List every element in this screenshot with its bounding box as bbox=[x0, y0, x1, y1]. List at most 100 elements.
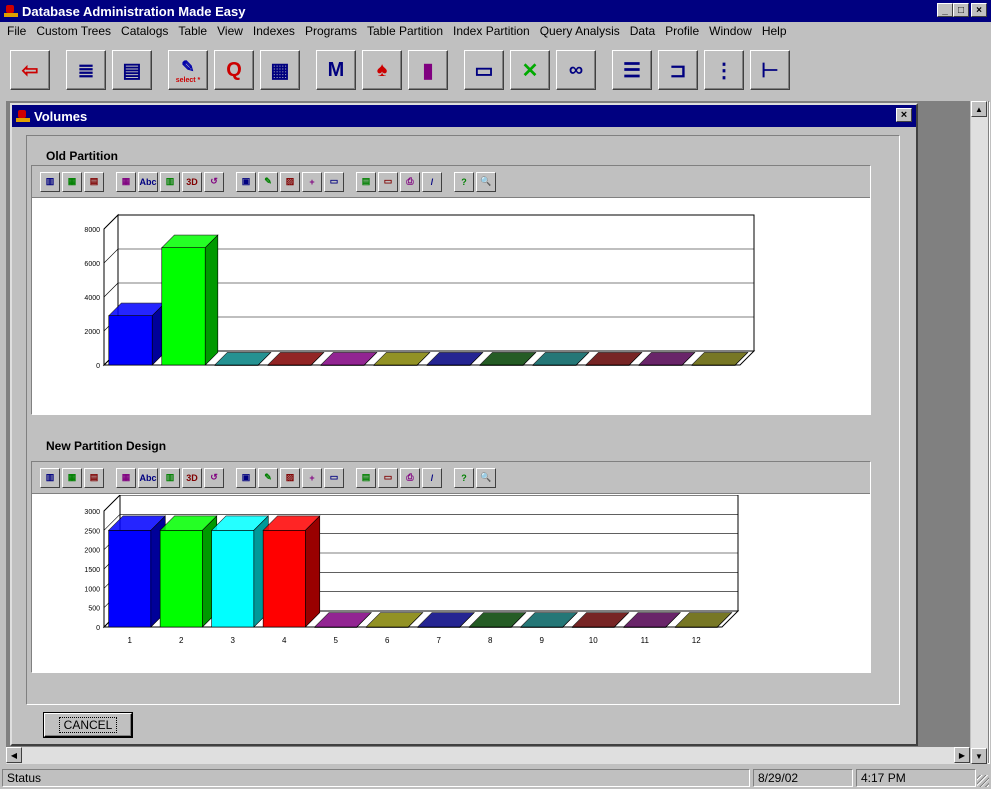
close-button[interactable]: × bbox=[971, 3, 987, 17]
rotate-icon[interactable]: ↺ bbox=[204, 171, 224, 192]
database-button[interactable]: ▮ bbox=[408, 50, 448, 90]
horizontal-scrollbar[interactable]: ◀ ▶ bbox=[6, 747, 970, 764]
select-label: select * bbox=[175, 76, 201, 84]
exit-button[interactable]: ⇦ bbox=[10, 50, 50, 90]
menu-index-partition[interactable]: Index Partition bbox=[448, 24, 535, 38]
grid-lines-icon[interactable]: ▥ bbox=[160, 467, 180, 488]
menu-data[interactable]: Data bbox=[625, 24, 660, 38]
legend-icon[interactable]: ▤ bbox=[356, 171, 376, 192]
menu-help[interactable]: Help bbox=[757, 24, 792, 38]
print-button[interactable]: ▦ bbox=[260, 50, 300, 90]
print-icon[interactable]: ⎙ bbox=[400, 467, 420, 488]
print-icon[interactable]: ⎙ bbox=[400, 171, 420, 192]
tree-branch-button[interactable]: ⊢ bbox=[750, 50, 790, 90]
crosshair-icon[interactable]: + bbox=[302, 467, 322, 488]
vertical-scrollbar[interactable]: ▲ ▼ bbox=[970, 101, 988, 764]
data-grid-icon[interactable]: ▦ bbox=[116, 467, 136, 488]
menu-indexes[interactable]: Indexes bbox=[248, 24, 300, 38]
volumes-close-button[interactable]: × bbox=[896, 108, 912, 122]
menu-custom-trees[interactable]: Custom Trees bbox=[31, 24, 116, 38]
bar-side-2 bbox=[204, 234, 219, 366]
scroll-up-button[interactable]: ▲ bbox=[971, 101, 987, 117]
x-tick-label: 6 bbox=[385, 636, 390, 645]
area-chart-icon[interactable]: ▦ bbox=[62, 467, 82, 488]
old-partition-label: Old Partition bbox=[46, 149, 118, 163]
form-button[interactable]: ▤ bbox=[112, 50, 152, 90]
tree-button[interactable]: ≣ bbox=[66, 50, 106, 90]
3d-icon[interactable]: 3D bbox=[182, 171, 202, 192]
menu-view[interactable]: View bbox=[212, 24, 248, 38]
scale-icon[interactable]: ▨ bbox=[280, 171, 300, 192]
help-icon[interactable]: ? bbox=[454, 467, 474, 488]
help-icon[interactable]: ? bbox=[454, 171, 474, 192]
maximize-button[interactable]: □ bbox=[953, 3, 969, 17]
gantt-icon[interactable]: ▤ bbox=[84, 467, 104, 488]
query-button[interactable]: Q bbox=[214, 50, 254, 90]
color-icon[interactable]: ▭ bbox=[324, 467, 344, 488]
resize-grip-icon[interactable] bbox=[977, 775, 989, 787]
zoom-icon[interactable]: 🔍 bbox=[476, 171, 496, 192]
y-tick-label: 2000 bbox=[84, 548, 100, 555]
scale-icon[interactable]: ▨ bbox=[280, 467, 300, 488]
menu-file[interactable]: File bbox=[2, 24, 31, 38]
table-button[interactable]: ☰ bbox=[612, 50, 652, 90]
edit-icon[interactable]: / bbox=[422, 467, 442, 488]
new-partition-label: New Partition Design bbox=[46, 439, 167, 453]
annotation-icon[interactable]: ▭ bbox=[378, 171, 398, 192]
minimize-button[interactable]: _ bbox=[937, 3, 953, 17]
alert-bell-icon: ♠ bbox=[376, 58, 388, 81]
tooltip-icon[interactable]: ✎ bbox=[258, 467, 278, 488]
text-icon[interactable]: Abc bbox=[138, 467, 158, 488]
x-tick-label: 9 bbox=[540, 636, 545, 645]
hierarchy-icon: ⋮ bbox=[714, 59, 734, 82]
fill-icon[interactable]: ▣ bbox=[236, 171, 256, 192]
cancel-label: CANCEL bbox=[58, 717, 118, 733]
app-title: Database Administration Made Easy bbox=[22, 3, 246, 19]
main-toolbar: ⇦ ≣ ▤ ✎ select * Q ▦ M ♠ ▮ ▭ ✕ ∞ ☰ ⊐ ⋮ ⊢ bbox=[0, 41, 991, 99]
legend-icon[interactable]: ▤ bbox=[356, 467, 376, 488]
menu-table[interactable]: Table bbox=[173, 24, 212, 38]
zoom-icon[interactable]: 🔍 bbox=[476, 467, 496, 488]
color-icon[interactable]: ▭ bbox=[324, 171, 344, 192]
binoculars-button[interactable]: ∞ bbox=[556, 50, 596, 90]
grid-lines-icon[interactable]: ▥ bbox=[160, 171, 180, 192]
3d-icon[interactable]: 3D bbox=[182, 467, 202, 488]
new-partition-chart-svg: 0500100015002000250030001 2 3 4 5 6 7 8 9 10 11 12 bbox=[84, 495, 740, 645]
query-icon: Q bbox=[226, 58, 242, 81]
menu-catalogs[interactable]: Catalogs bbox=[116, 24, 173, 38]
bar-chart-icon[interactable]: ▥ bbox=[40, 171, 60, 192]
data-grid-icon[interactable]: ▦ bbox=[116, 171, 136, 192]
area-chart-icon[interactable]: ▦ bbox=[62, 171, 82, 192]
scroll-right-button[interactable]: ▶ bbox=[954, 747, 970, 763]
scroll-left-button[interactable]: ◀ bbox=[6, 747, 22, 763]
copy-button[interactable]: ▭ bbox=[464, 50, 504, 90]
database-icon: ▮ bbox=[422, 59, 434, 82]
scroll-down-button[interactable]: ▼ bbox=[971, 748, 987, 764]
crosshair-icon[interactable]: + bbox=[302, 171, 322, 192]
text-icon[interactable]: Abc bbox=[138, 171, 158, 192]
menu-query-analysis[interactable]: Query Analysis bbox=[535, 24, 625, 38]
menu-programs[interactable]: Programs bbox=[300, 24, 362, 38]
menu-window[interactable]: Window bbox=[704, 24, 757, 38]
alert-bell-button[interactable]: ♠ bbox=[362, 50, 402, 90]
menu-profile[interactable]: Profile bbox=[660, 24, 704, 38]
y-tick-label: 1500 bbox=[84, 567, 100, 574]
y-tick-label: 6000 bbox=[84, 261, 100, 268]
delete-button[interactable]: ✕ bbox=[510, 50, 550, 90]
edit-icon[interactable]: / bbox=[422, 171, 442, 192]
rotate-icon[interactable]: ↺ bbox=[204, 467, 224, 488]
bar-chart-icon[interactable]: ▥ bbox=[40, 467, 60, 488]
hierarchy-button[interactable]: ⋮ bbox=[704, 50, 744, 90]
status-bar: Status 8/29/02 4:17 PM bbox=[0, 767, 991, 789]
annotation-icon[interactable]: ▭ bbox=[378, 467, 398, 488]
select-button[interactable]: ✎ select * bbox=[168, 50, 208, 90]
volumes-title: Volumes bbox=[34, 108, 88, 124]
fill-icon[interactable]: ▣ bbox=[236, 467, 256, 488]
bar-2 bbox=[159, 530, 203, 628]
tooltip-icon[interactable]: ✎ bbox=[258, 171, 278, 192]
monitor-button[interactable]: M bbox=[316, 50, 356, 90]
relation-button[interactable]: ⊐ bbox=[658, 50, 698, 90]
menu-table-partition[interactable]: Table Partition bbox=[362, 24, 448, 38]
gantt-icon[interactable]: ▤ bbox=[84, 171, 104, 192]
cancel-button[interactable]: CANCEL bbox=[44, 713, 132, 737]
